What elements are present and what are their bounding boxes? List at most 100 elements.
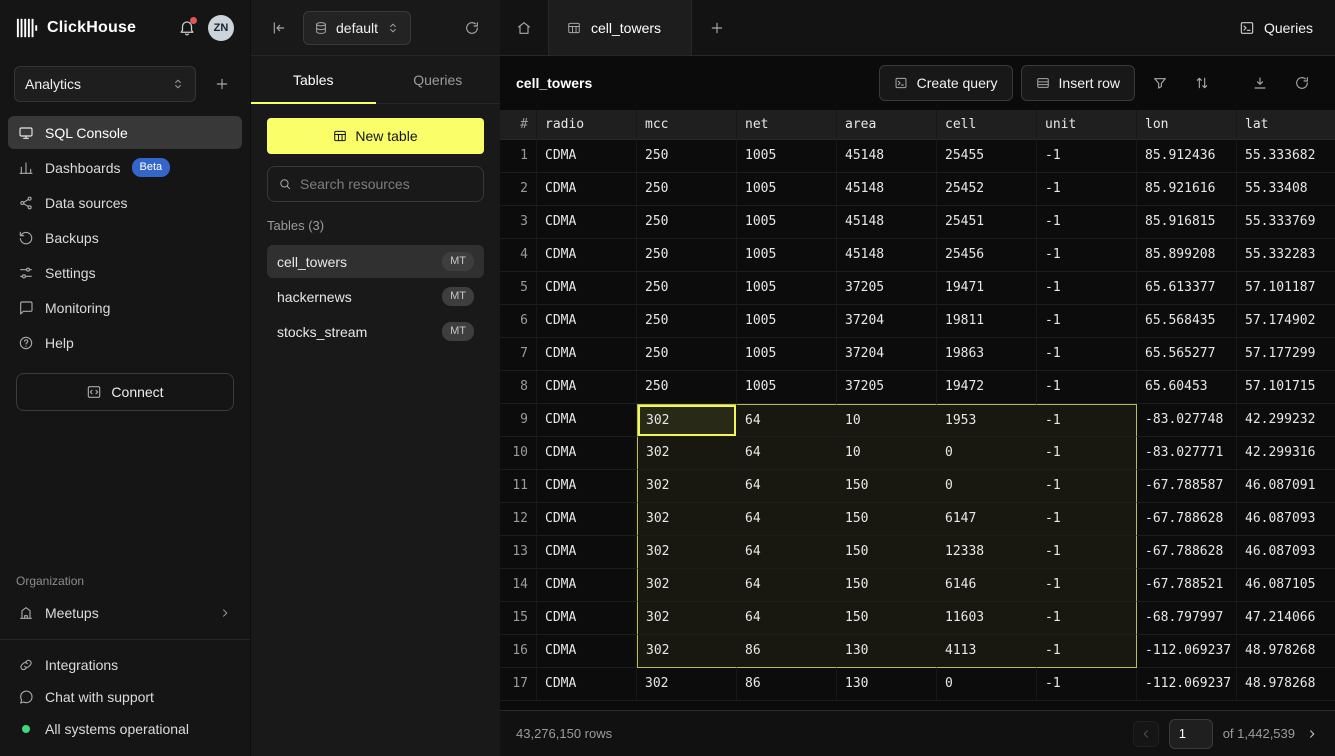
grid-cell[interactable]: -1 [1037,140,1137,173]
grid-cell[interactable]: CDMA [537,140,637,173]
grid-cell[interactable]: -1 [1037,470,1137,503]
grid-cell[interactable]: 64 [737,404,837,437]
grid-cell[interactable]: 47.214066 [1237,602,1335,635]
grid-cell[interactable]: -83.027748 [1137,404,1237,437]
table-item-stocks_stream[interactable]: stocks_streamMT [267,315,484,348]
grid-cell[interactable]: 6146 [937,569,1037,602]
grid-cell[interactable]: 1005 [737,272,837,305]
grid-cell[interactable]: -112.069237 [1137,635,1237,668]
grid-cell[interactable]: -1 [1037,206,1137,239]
grid-cell[interactable]: 25455 [937,140,1037,173]
row-number[interactable]: 11 [500,470,537,503]
grid-cell[interactable]: 57.101187 [1237,272,1335,305]
grid-cell[interactable]: 46.087093 [1237,503,1335,536]
grid-cell[interactable]: 1005 [737,338,837,371]
grid-cell[interactable]: 19863 [937,338,1037,371]
grid-cell[interactable]: 302 [637,437,737,470]
grid-cell[interactable]: 6147 [937,503,1037,536]
grid-cell[interactable]: -68.797997 [1137,602,1237,635]
grid-cell[interactable]: 45148 [837,173,937,206]
grid-cell[interactable]: 86 [737,668,837,701]
grid-cell[interactable]: 48.978268 [1237,635,1335,668]
refresh-grid-button[interactable] [1285,66,1319,100]
sidebar-item-sql-console[interactable]: SQL Console [8,116,242,149]
refresh-tables-button[interactable] [458,14,486,42]
sidebar-item-settings[interactable]: Settings [8,256,242,289]
grid-cell[interactable]: 57.101715 [1237,371,1335,404]
tab-queries[interactable]: Queries [376,56,501,103]
grid-cell[interactable]: 150 [837,602,937,635]
grid-cell[interactable]: -1 [1037,404,1137,437]
grid-cell[interactable]: 250 [637,338,737,371]
grid-cell[interactable]: -112.069237 [1137,668,1237,701]
search-input[interactable] [300,176,473,192]
grid-cell[interactable]: 302 [637,668,737,701]
grid-cell[interactable]: 150 [837,536,937,569]
collapse-sidebar-button[interactable] [265,14,293,42]
row-number[interactable]: 6 [500,305,537,338]
grid-cell[interactable]: 85.899208 [1137,239,1237,272]
row-number[interactable]: 4 [500,239,537,272]
grid-cell[interactable]: CDMA [537,635,637,668]
grid-cell[interactable]: 64 [737,602,837,635]
grid-cell[interactable]: -83.027771 [1137,437,1237,470]
add-service-button[interactable] [208,70,236,98]
grid-cell[interactable]: -1 [1037,272,1137,305]
grid-cell[interactable]: 250 [637,305,737,338]
grid-cell[interactable]: 42.299232 [1237,404,1335,437]
grid-cell[interactable]: 85.921616 [1137,173,1237,206]
row-number[interactable]: 8 [500,371,537,404]
grid-cell[interactable]: 302 [637,569,737,602]
row-number[interactable]: 5 [500,272,537,305]
row-number[interactable]: 10 [500,437,537,470]
grid-cell[interactable]: -1 [1037,602,1137,635]
grid-cell[interactable]: -1 [1037,371,1137,404]
grid-cell[interactable]: 302 [637,602,737,635]
grid-cell[interactable]: 46.087093 [1237,536,1335,569]
grid-cell[interactable]: 45148 [837,239,937,272]
grid-cell[interactable]: 19811 [937,305,1037,338]
grid-cell[interactable]: 302 [637,470,737,503]
column-header-area[interactable]: area [837,110,937,140]
grid-cell[interactable]: 65.568435 [1137,305,1237,338]
row-number[interactable]: 7 [500,338,537,371]
grid-cell[interactable]: 55.33408 [1237,173,1335,206]
row-number[interactable]: 9 [500,404,537,437]
column-header-radio[interactable]: radio [537,110,637,140]
grid-cell[interactable]: 250 [637,371,737,404]
grid-cell[interactable]: 130 [837,668,937,701]
grid-cell[interactable]: CDMA [537,173,637,206]
sidebar-item-backups[interactable]: Backups [8,221,242,254]
row-number[interactable]: 15 [500,602,537,635]
grid-cell[interactable]: CDMA [537,338,637,371]
grid-cell[interactable]: 302 [637,635,737,668]
table-item-cell_towers[interactable]: cell_towersMT [267,245,484,278]
grid-cell[interactable]: 37205 [837,272,937,305]
grid-cell[interactable]: -1 [1037,173,1137,206]
grid-cell[interactable]: CDMA [537,536,637,569]
row-number[interactable]: 2 [500,173,537,206]
grid-cell[interactable]: CDMA [537,404,637,437]
grid-cell[interactable]: 65.60453 [1137,371,1237,404]
grid-cell[interactable]: 46.087105 [1237,569,1335,602]
grid-cell[interactable]: 25451 [937,206,1037,239]
grid-cell[interactable]: CDMA [537,272,637,305]
grid-cell[interactable]: -67.788628 [1137,536,1237,569]
grid-cell[interactable]: 55.333769 [1237,206,1335,239]
grid-cell[interactable]: 1005 [737,140,837,173]
grid-cell[interactable]: -1 [1037,338,1137,371]
grid-cell[interactable]: CDMA [537,371,637,404]
grid-cell[interactable]: 10 [837,404,937,437]
tab-cell-towers[interactable]: cell_towers [548,0,692,55]
grid-cell[interactable]: 10 [837,437,937,470]
grid-cell[interactable]: CDMA [537,569,637,602]
sidebar-item-meetups[interactable]: Meetups [8,596,242,629]
sidebar-item-chat-with-support[interactable]: Chat with support [8,682,242,712]
grid-cell[interactable]: 85.916815 [1137,206,1237,239]
grid-cell[interactable]: 64 [737,569,837,602]
search-resources-box[interactable] [267,166,484,202]
grid-cell[interactable]: 250 [637,272,737,305]
tab-tables[interactable]: Tables [251,56,376,103]
grid-cell[interactable]: 250 [637,173,737,206]
insert-row-button[interactable]: Insert row [1021,65,1135,101]
